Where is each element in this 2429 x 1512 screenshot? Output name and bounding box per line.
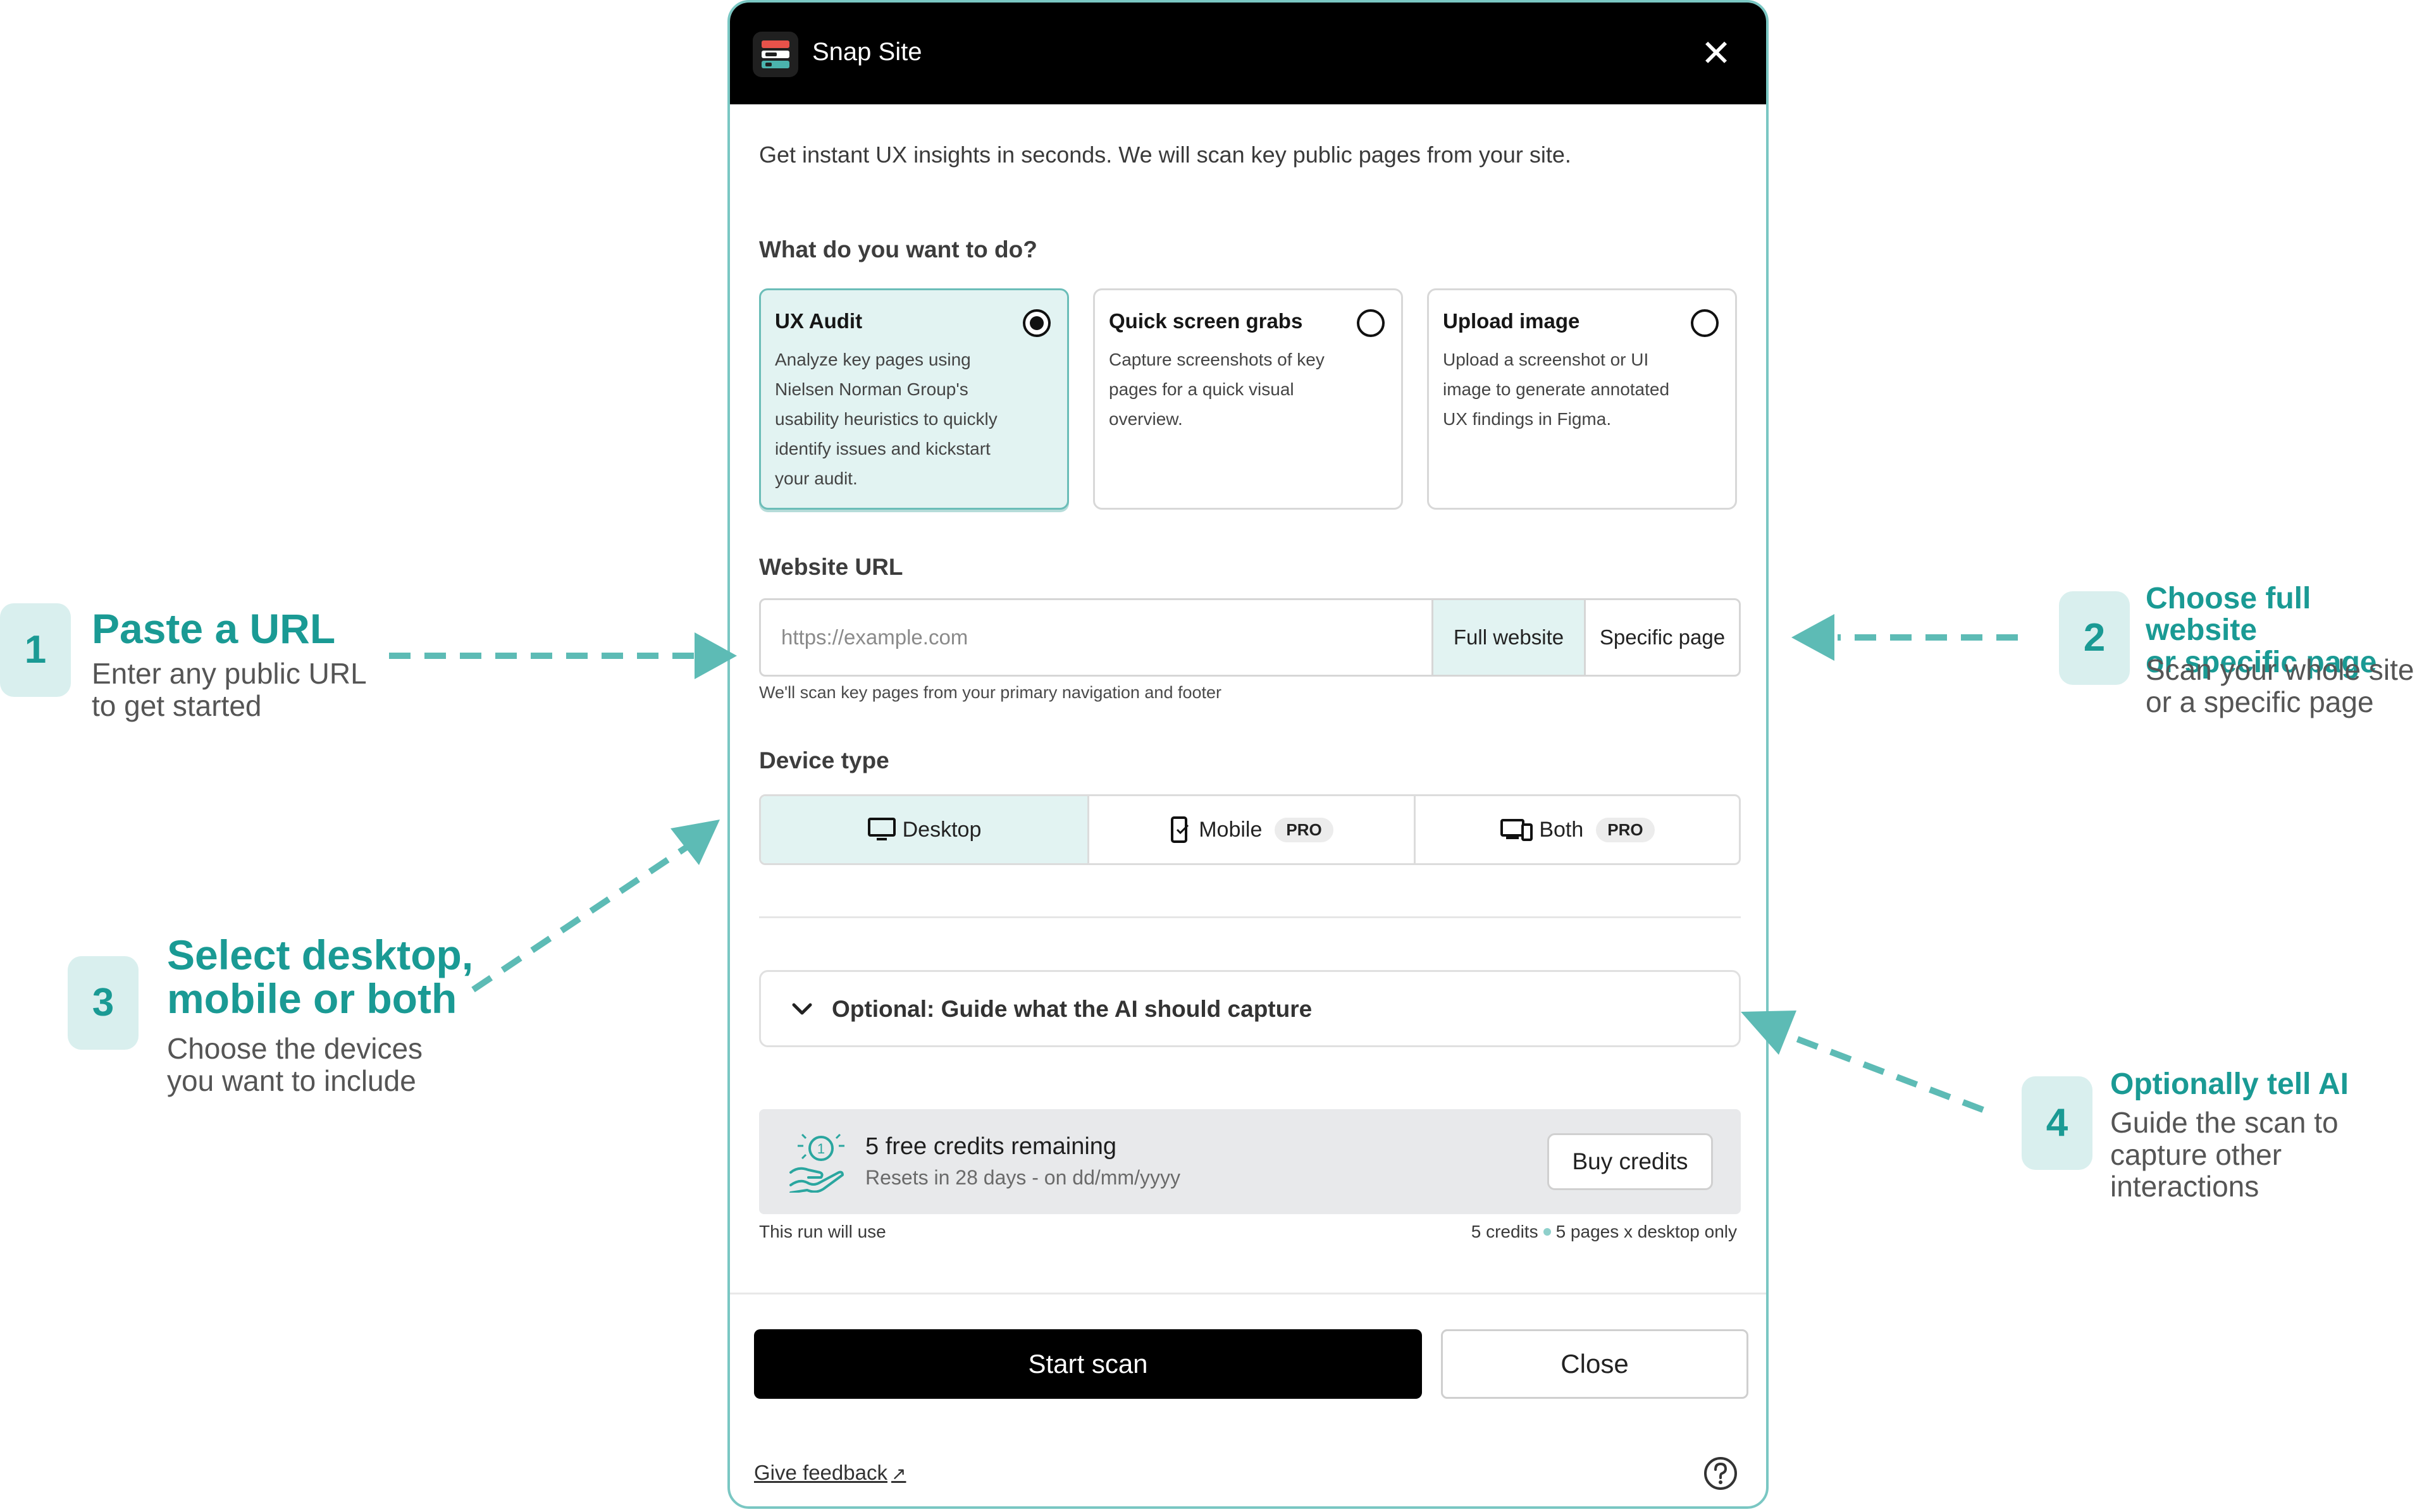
callout-title-line: Choose full website (2146, 582, 2311, 648)
callout-3-subtitle: Choose the devices you want to include (167, 1033, 423, 1097)
callout-4-title: Optionally tell AI (2110, 1067, 2349, 1101)
callout-sub-line: you want to include (167, 1064, 416, 1097)
callout-title-line: Paste a URL (92, 605, 336, 652)
callout-1-title: Paste a URL (92, 605, 336, 652)
step-badge-1: 1 (0, 603, 71, 697)
callout-3-title: Select desktop, mobile or both (167, 933, 473, 1021)
step-badge-3: 3 (68, 956, 139, 1050)
callout-title-line: Select desktop, (167, 931, 474, 978)
callout-sub-line: Choose the devices (167, 1032, 423, 1065)
callout-sub-line: Enter any public URL (92, 657, 367, 690)
callout-title-line: mobile or both (167, 975, 457, 1023)
callout-4-subtitle: Guide the scan to capture other interact… (2110, 1107, 2339, 1203)
callout-2-subtitle: Scan your whole site or a specific page (2146, 654, 2414, 718)
callout-sub-line: to get started (92, 689, 262, 722)
callout-sub-line: capture other (2110, 1138, 2282, 1171)
callout-sub-line: interactions (2110, 1170, 2259, 1203)
callout-title-line: Optionally tell AI (2110, 1067, 2349, 1101)
step-badge-4: 4 (2022, 1076, 2092, 1170)
callout-sub-line: Scan your whole site (2146, 653, 2414, 686)
annotation-arrows (389, 614, 2018, 1113)
callout-sub-line: Guide the scan to (2110, 1106, 2339, 1139)
callout-1-subtitle: Enter any public URL to get started (92, 658, 367, 722)
step-badge-2: 2 (2059, 591, 2130, 685)
callout-sub-line: or a specific page (2146, 685, 2374, 718)
